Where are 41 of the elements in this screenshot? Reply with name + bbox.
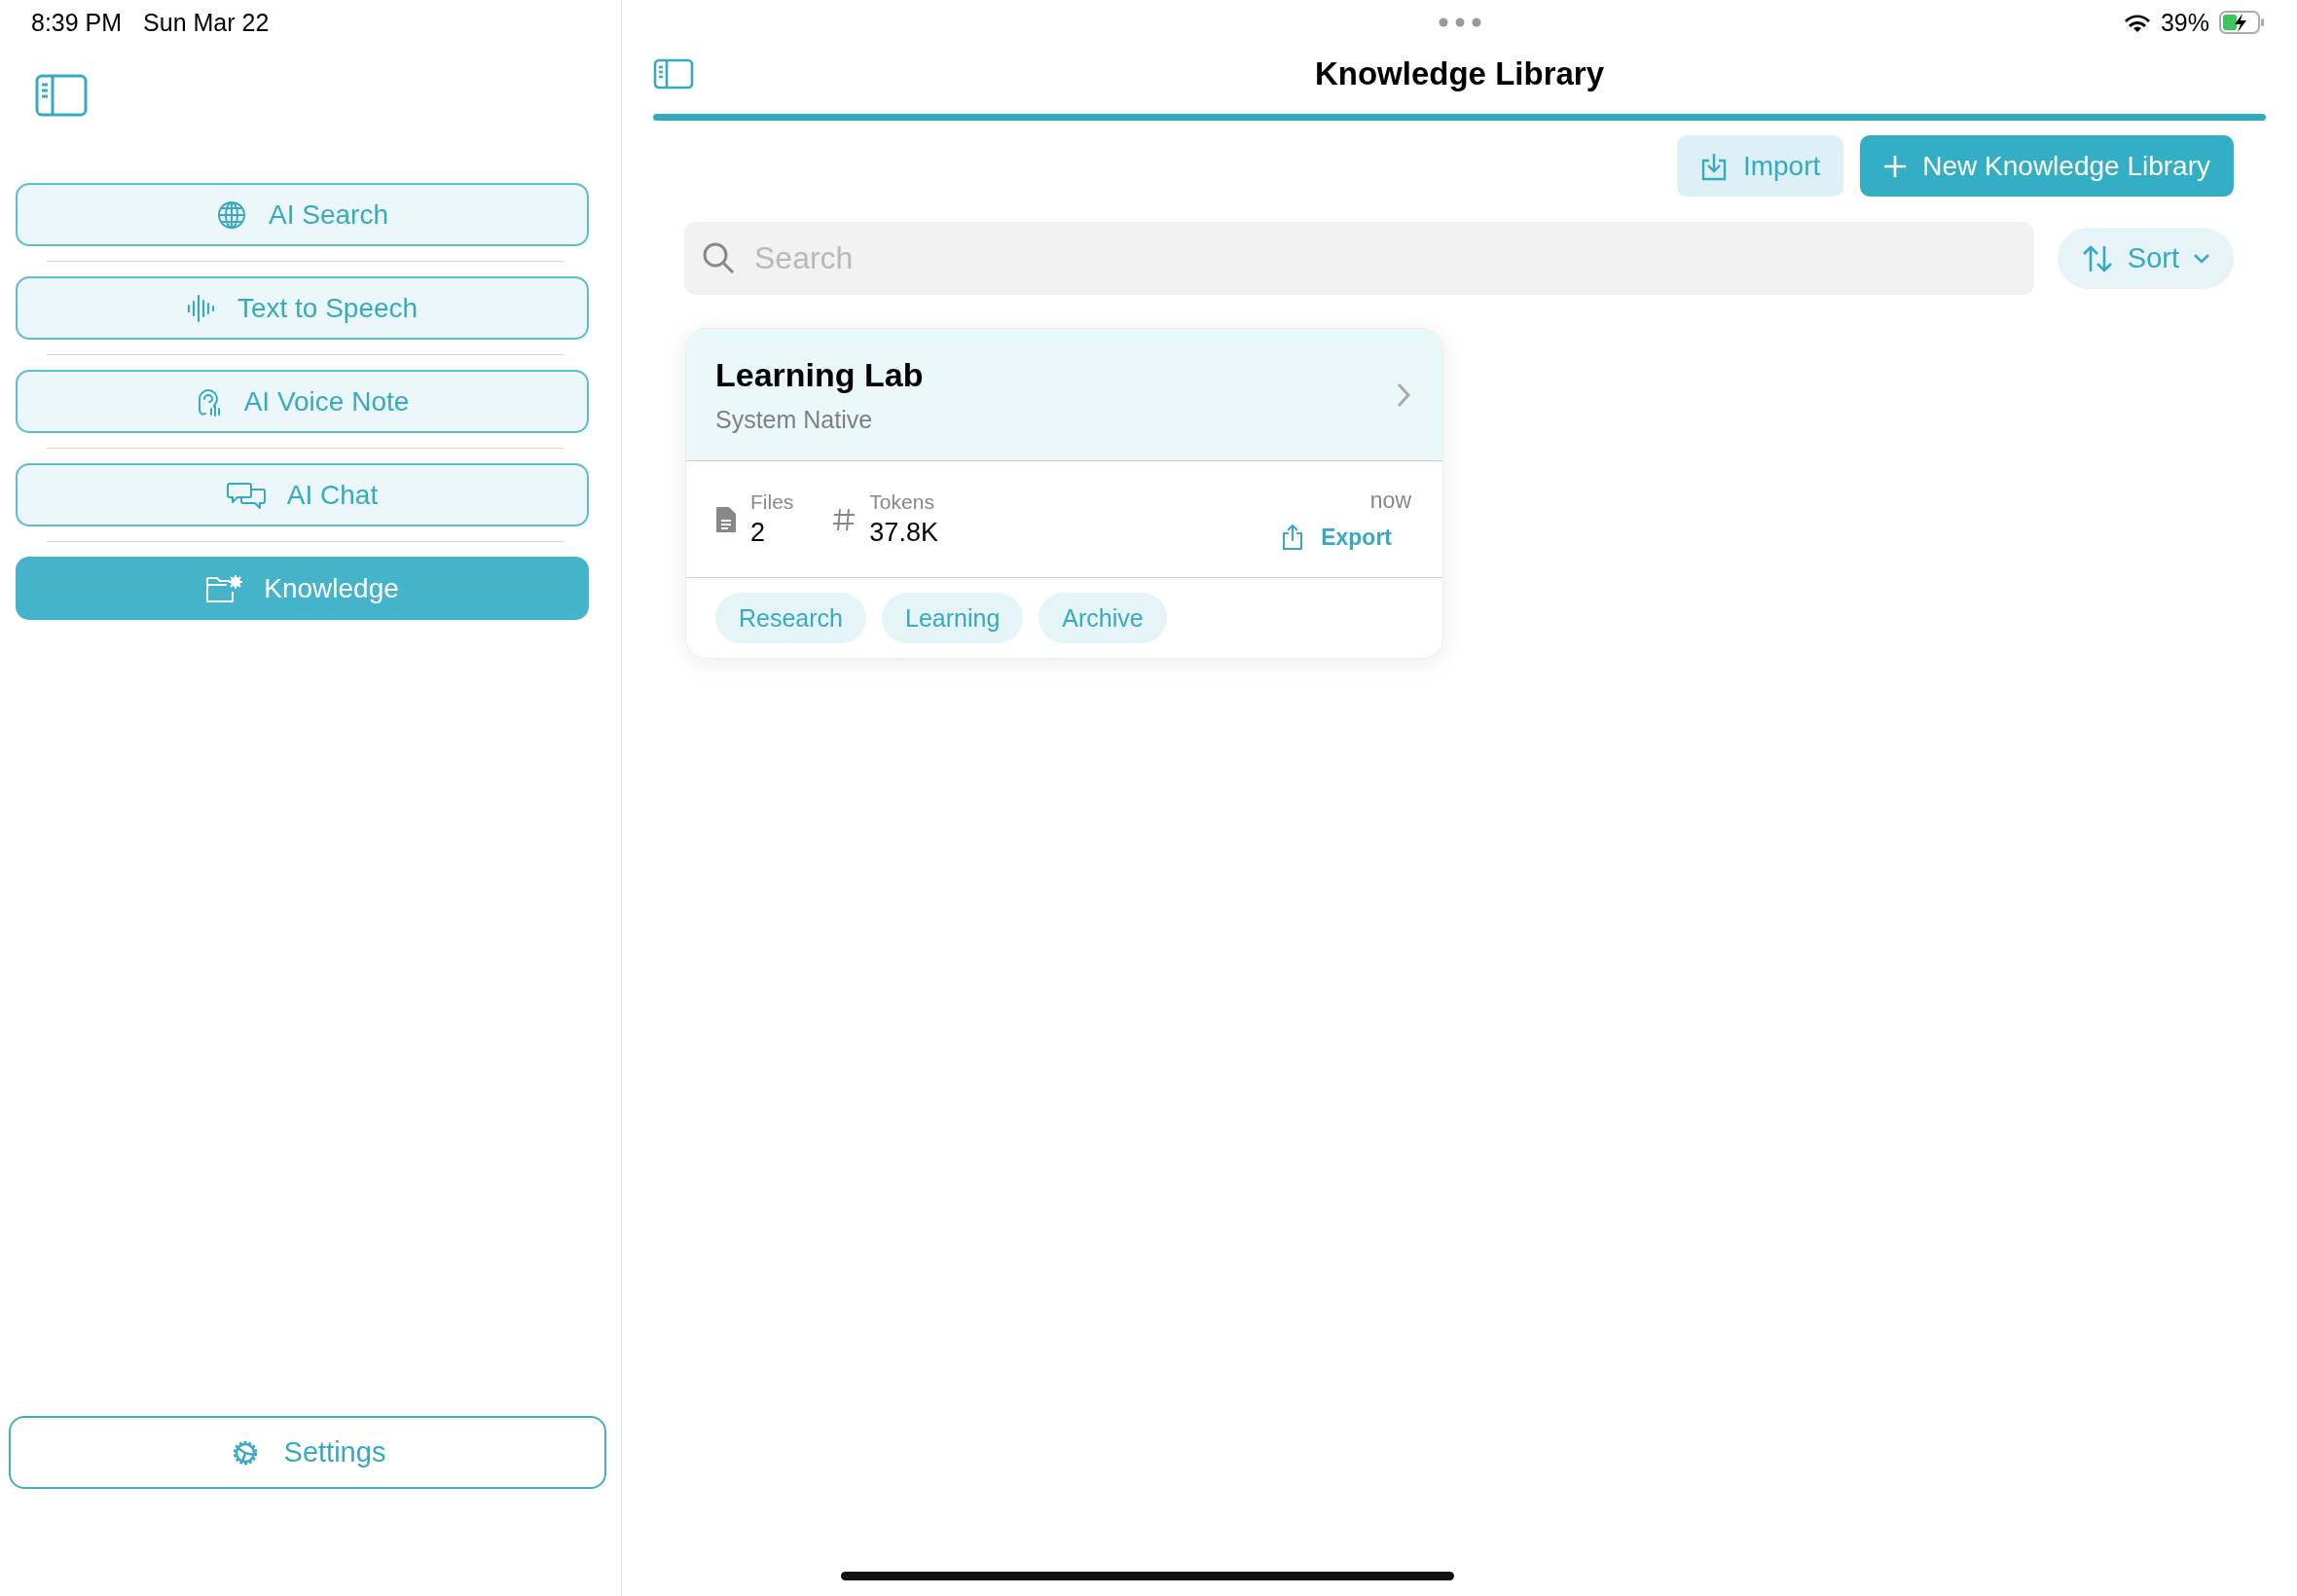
globe-icon [216,199,247,231]
multitask-dots-icon[interactable] [1438,18,1481,27]
status-date: Sun Mar 22 [143,8,270,37]
battery-percent: 39% [2160,8,2209,37]
hash-icon [832,506,857,532]
waveform-icon [186,292,216,324]
updated-time: now [1369,488,1411,514]
battery-charging-icon [2219,11,2266,34]
sidebar-item[interactable]: AI Chat [16,463,589,526]
sidebar-item[interactable]: AI Search [16,183,589,246]
tag-chip[interactable]: Learning [882,593,1024,643]
sidebar-item[interactable]: AI Voice Note [16,370,589,433]
import-button[interactable]: Import [1676,135,1844,197]
stat-value: 2 [750,518,767,548]
library-subtitle: System Native [715,405,874,434]
settings-button[interactable]: Settings [9,1416,606,1489]
export-button[interactable]: Export [1282,524,1392,551]
plus-icon [1883,154,1908,178]
chevron-down-icon [2193,252,2210,265]
tag-chip[interactable]: Research [715,593,866,643]
sidebar-item[interactable]: Text to Speech [16,276,589,340]
share-icon [1282,524,1304,551]
sidebar-item[interactable]: Knowledge [16,557,589,620]
page-title: Knowledge Library [1314,55,1605,91]
library-card-header[interactable]: Learning Lab System Native [686,329,1442,461]
sidebar-toggle-icon[interactable] [653,58,694,90]
new-library-button[interactable]: New Knowledge Library [1860,135,2234,197]
import-icon [1699,151,1728,181]
status-time: 8:39 PM [31,8,123,37]
document-icon [715,505,737,533]
chevron-right-icon [1396,381,1411,408]
stat-label: Tokens [869,490,935,514]
stat-value: 37.8K [869,518,938,548]
wifi-icon [2123,12,2151,33]
tag-chip[interactable]: Archive [1039,593,1167,643]
sort-button[interactable]: Sort [2057,228,2234,289]
sidebar-toggle-icon[interactable] [35,74,88,119]
search-field[interactable]: Search [684,222,2034,295]
folder-gear-icon [205,573,243,603]
stat-label: Files [750,490,794,514]
library-title: Learning Lab [715,355,924,394]
